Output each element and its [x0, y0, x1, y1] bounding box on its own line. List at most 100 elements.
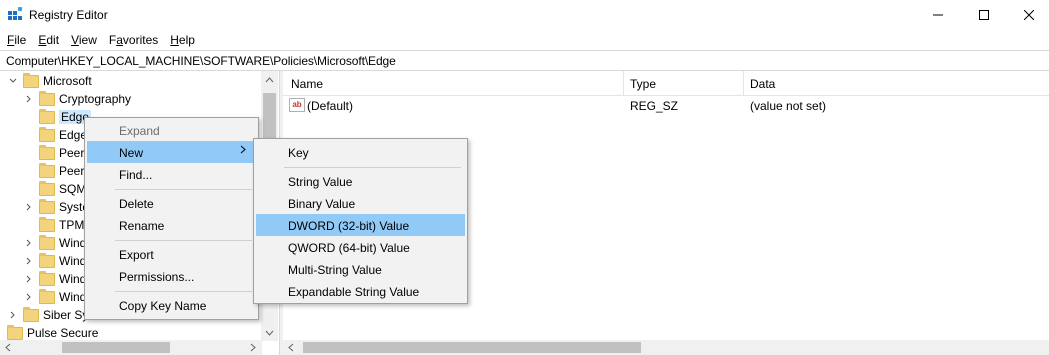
submenu-arrow-icon — [240, 145, 246, 157]
title-bar: Registry Editor — [0, 0, 1049, 30]
tree-item-windows[interactable]: Wind — [24, 270, 86, 288]
address-path[interactable]: Computer\HKEY_LOCAL_MACHINE\SOFTWARE\Pol… — [6, 54, 396, 68]
submenu-item-expandable-string-value[interactable]: Expandable String Value — [256, 280, 465, 302]
chevron-right-icon[interactable] — [24, 234, 34, 252]
chevron-spacer — [24, 216, 34, 234]
scroll-up-icon[interactable] — [261, 71, 278, 88]
menu-help[interactable]: Help — [163, 30, 200, 50]
scroll-left-icon[interactable] — [0, 340, 15, 355]
submenu-item-label: Expandable String Value — [288, 285, 420, 299]
menu-item-expand[interactable]: Expand — [87, 119, 256, 141]
column-header-type[interactable]: Type — [630, 77, 656, 91]
menu-item-label: New — [119, 146, 144, 160]
folder-icon — [39, 144, 55, 160]
menu-item-label: Delete — [119, 197, 154, 211]
column-divider[interactable] — [623, 71, 624, 96]
menu-item-copy-key-name[interactable]: Copy Key Name — [87, 294, 256, 316]
tree-item-peer[interactable]: Peer — [24, 162, 84, 180]
tree-item-windows[interactable]: Wind — [24, 288, 86, 306]
folder-icon — [23, 306, 39, 322]
menu-item-label: Find... — [119, 168, 153, 182]
menu-favorites-label: vorites — [122, 33, 159, 47]
column-header-name[interactable]: Name — [291, 77, 323, 91]
chevron-right-icon[interactable] — [8, 306, 18, 324]
folder-icon — [39, 270, 55, 286]
chevron-down-icon[interactable] — [8, 72, 18, 90]
menu-item-permissions[interactable]: Permissions... — [87, 265, 256, 287]
menu-separator — [284, 167, 461, 168]
chevron-right-icon[interactable] — [24, 90, 34, 108]
tree-item-microsoft[interactable]: Microsoft — [8, 72, 92, 90]
maximize-icon — [979, 10, 989, 20]
menu-file-label: ile — [14, 33, 27, 47]
chevron-right-icon[interactable] — [24, 252, 34, 270]
menu-item-export[interactable]: Export — [87, 243, 256, 265]
context-menu: Expand New Find... Delete Rename Export … — [84, 117, 259, 320]
menu-item-delete[interactable]: Delete — [87, 192, 256, 214]
tree-item-peer[interactable]: Peer — [24, 144, 84, 162]
submenu-item-label: String Value — [288, 175, 353, 189]
chevron-spacer — [24, 162, 34, 180]
submenu-item-qword-value[interactable]: QWORD (64-bit) Value — [256, 236, 465, 258]
tree-item-windows[interactable]: Wind — [24, 252, 86, 270]
menu-file[interactable]: File — [0, 30, 31, 50]
submenu-item-label: Key — [288, 146, 309, 160]
list-horizontal-scrollbar[interactable] — [283, 340, 1049, 355]
submenu-item-string-value[interactable]: String Value — [256, 170, 465, 192]
tree-horizontal-scrollbar[interactable] — [0, 340, 262, 355]
submenu-item-binary-value[interactable]: Binary Value — [256, 192, 465, 214]
address-bar[interactable]: Computer\HKEY_LOCAL_MACHINE\SOFTWARE\Pol… — [0, 50, 1049, 71]
folder-icon — [39, 126, 55, 142]
submenu-item-dword-value[interactable]: DWORD (32-bit) Value — [256, 214, 465, 236]
menu-edit[interactable]: Edit — [31, 30, 64, 50]
tree-item-label: Wind — [59, 290, 87, 304]
row-data: (value not set) — [750, 99, 827, 113]
menu-view-label: iew — [78, 33, 97, 47]
new-submenu: Key String Value Binary Value DWORD (32-… — [253, 138, 468, 304]
menu-view[interactable]: View — [64, 30, 102, 50]
submenu-item-multi-string-value[interactable]: Multi-String Value — [256, 258, 465, 280]
scroll-left-icon[interactable] — [283, 340, 298, 355]
menu-item-rename[interactable]: Rename — [87, 214, 256, 236]
tree-item-cryptography[interactable]: Cryptography — [24, 90, 131, 108]
menu-edit-label: dit — [46, 33, 60, 47]
registry-editor-icon — [8, 7, 23, 20]
column-header-data[interactable]: Data — [750, 77, 775, 91]
tree-item-tpm[interactable]: TPM — [24, 216, 84, 234]
scroll-right-icon[interactable] — [245, 340, 260, 355]
scrollbar-thumb[interactable] — [62, 342, 170, 353]
submenu-item-key[interactable]: Key — [256, 141, 465, 163]
table-row[interactable]: ab (Default) REG_SZ (value not set) — [283, 97, 1049, 115]
tree-item-label: Microsoft — [43, 74, 92, 88]
tree-item-label: SQM — [59, 182, 87, 196]
tree-item-sqm[interactable]: SQM — [24, 180, 86, 198]
folder-icon — [39, 198, 55, 214]
tree-item-label: TPM — [59, 218, 85, 232]
tree-item-label: Wind — [59, 272, 87, 286]
menu-item-find[interactable]: Find... — [87, 163, 256, 185]
menu-favorites[interactable]: Favorites — [102, 30, 163, 50]
scroll-down-icon[interactable] — [261, 324, 278, 341]
chevron-right-icon[interactable] — [24, 198, 34, 216]
folder-icon — [39, 252, 55, 268]
close-button[interactable] — [1006, 0, 1049, 30]
column-divider[interactable] — [743, 71, 744, 96]
chevron-right-icon[interactable] — [24, 288, 34, 306]
folder-icon — [39, 234, 55, 250]
tree-item-edge[interactable]: Edge — [24, 126, 87, 144]
menu-item-label: Permissions... — [119, 270, 195, 284]
maximize-button[interactable] — [961, 0, 1007, 30]
tree-item-pulse-secure[interactable]: Pulse Secure — [0, 324, 98, 341]
menu-separator — [115, 291, 252, 292]
folder-icon — [39, 90, 55, 106]
tree-item-system[interactable]: Syste — [24, 198, 89, 216]
tree-item-windows[interactable]: Wind — [24, 234, 86, 252]
tree-item-label: Wind — [59, 254, 87, 268]
chevron-right-icon[interactable] — [24, 270, 34, 288]
minimize-button[interactable] — [915, 0, 961, 30]
submenu-item-label: Multi-String Value — [288, 263, 382, 277]
tree-item-edge-selected[interactable]: Edge — [24, 108, 92, 126]
menu-item-new[interactable]: New — [87, 141, 256, 163]
scrollbar-thumb[interactable] — [303, 342, 641, 353]
close-icon — [1024, 10, 1034, 20]
